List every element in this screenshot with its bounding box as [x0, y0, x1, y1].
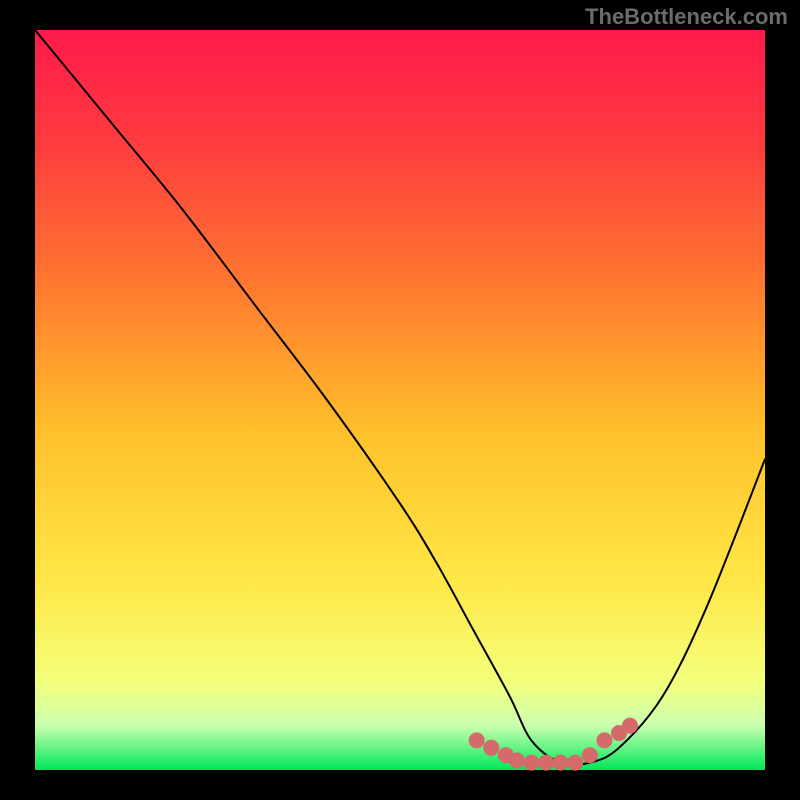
fit-point: [538, 755, 554, 771]
fit-point: [582, 747, 598, 763]
chart-svg: [0, 0, 800, 800]
fit-point: [469, 732, 485, 748]
fit-point: [596, 732, 612, 748]
fit-point: [567, 755, 583, 771]
gradient-background: [35, 30, 765, 770]
chart-container: TheBottleneck.com: [0, 0, 800, 800]
fit-point: [483, 740, 499, 756]
fit-point: [523, 755, 539, 771]
fit-point: [622, 718, 638, 734]
fit-point: [509, 752, 525, 768]
fit-point: [553, 755, 569, 771]
watermark-text: TheBottleneck.com: [585, 4, 788, 30]
